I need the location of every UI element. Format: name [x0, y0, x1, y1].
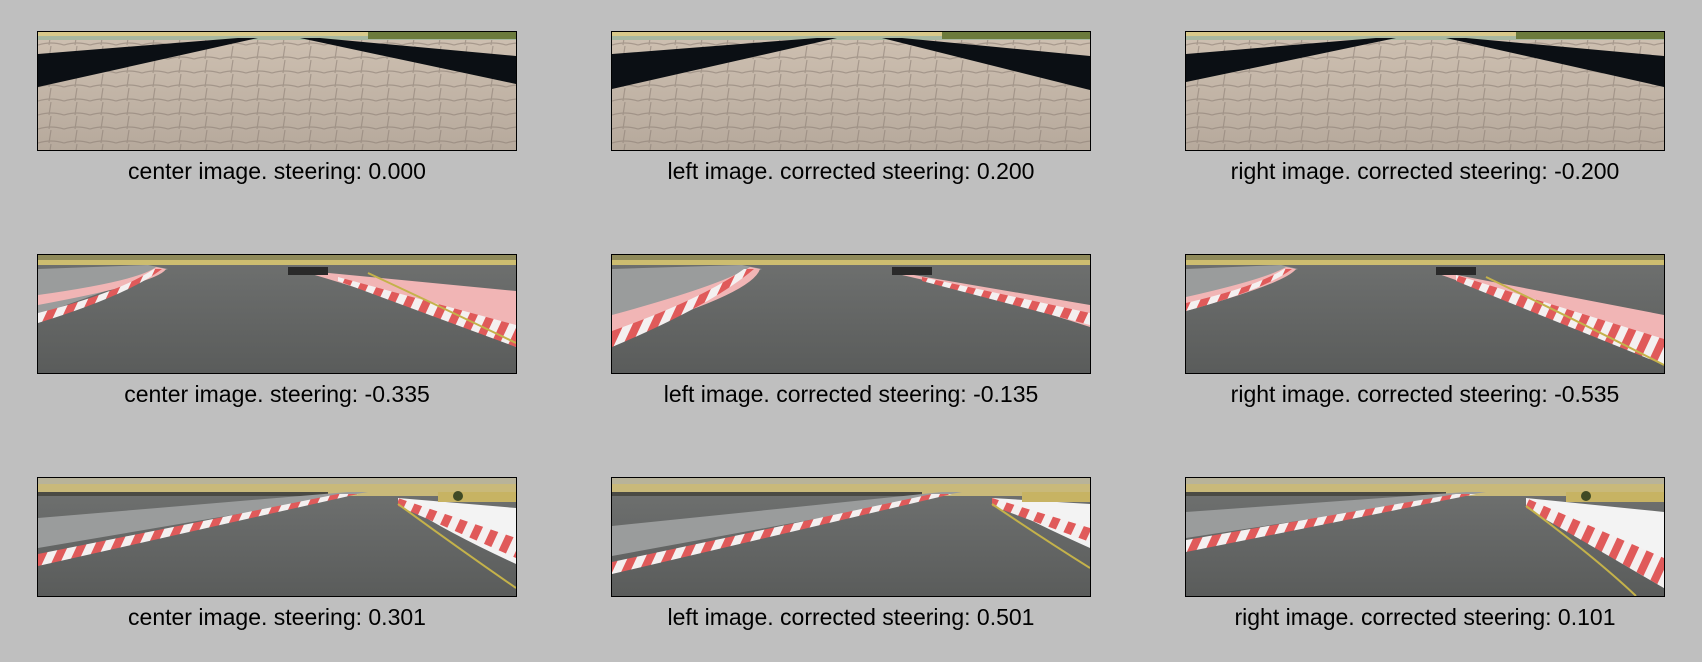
camera-image: [1185, 254, 1665, 374]
panel-row2-right: right image. corrected steering: -0.535: [1185, 254, 1665, 414]
camera-image: [611, 254, 1091, 374]
panel-caption: right image. corrected steering: -0.535: [1230, 381, 1620, 407]
panel-caption: center image. steering: 0.301: [128, 604, 426, 630]
panel-row1-left: left image. corrected steering: 0.200: [611, 31, 1091, 191]
camera-image: [37, 254, 517, 374]
camera-image: [37, 477, 517, 597]
panel-row1-center: center image. steering: 0.000: [37, 31, 517, 191]
panel-caption: right image. corrected steering: -0.200: [1230, 158, 1620, 184]
camera-image: [1185, 477, 1665, 597]
panel-caption: left image. corrected steering: 0.200: [667, 158, 1035, 184]
panel-row2-left: left image. corrected steering: -0.135: [611, 254, 1091, 414]
camera-image: [611, 477, 1091, 597]
camera-image: [1185, 31, 1665, 151]
panel-caption: center image. steering: 0.000: [128, 158, 426, 184]
panel-caption: left image. corrected steering: -0.135: [663, 381, 1039, 407]
panel-row1-right: right image. corrected steering: -0.200: [1185, 31, 1665, 191]
panel-row3-right: right image. corrected steering: 0.101: [1185, 477, 1665, 637]
camera-image: [611, 31, 1091, 151]
panel-row2-center: center image. steering: -0.335: [37, 254, 517, 414]
panel-caption: right image. corrected steering: 0.101: [1234, 604, 1616, 630]
panel-row3-center: center image. steering: 0.301: [37, 477, 517, 637]
panel-caption: left image. corrected steering: 0.501: [667, 604, 1035, 630]
panel-row3-left: left image. corrected steering: 0.501: [611, 477, 1091, 637]
image-grid: center image. steering: 0.000 left image…: [0, 0, 1702, 662]
panel-caption: center image. steering: -0.335: [124, 381, 430, 407]
camera-image: [37, 31, 517, 151]
